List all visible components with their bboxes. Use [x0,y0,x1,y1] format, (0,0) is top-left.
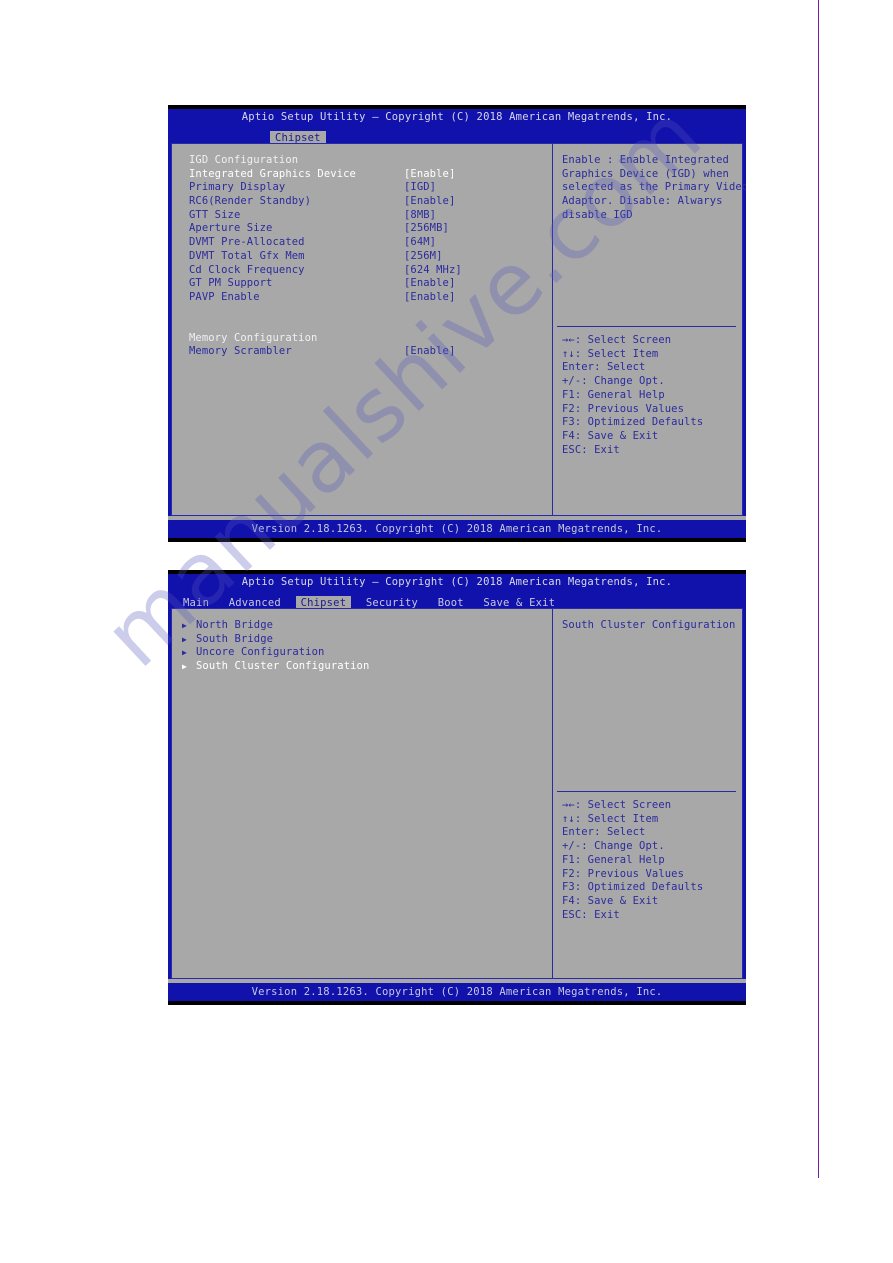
row-value[interactable]: [IGD] [404,181,436,195]
triangle-right-icon: ▶ [182,662,187,672]
row-label: Memory Configuration [189,331,318,344]
setting-row-gtt-size[interactable]: GTT Size [8MB] [172,209,552,223]
submenu-item-south-cluster-configuration[interactable]: ▶ South Cluster Configuration [172,660,552,674]
row-label: Uncore Configuration [196,646,325,659]
help-divider [557,326,736,327]
help-pane-1: Enable : Enable Integrated Graphics Devi… [553,144,746,515]
row-label: Memory Scrambler [189,345,292,358]
section-heading-igd: IGD Configuration [172,154,552,168]
setting-row-rc6-render-standby[interactable]: RC6(Render Standby) [Enable] [172,195,552,209]
triangle-right-icon: ▶ [182,634,187,644]
row-value[interactable]: [Enable] [404,345,455,359]
help-line: Enable : Enable Integrated [562,154,729,166]
help-line: selected as the Primary Video [562,181,746,194]
row-label: Cd Clock Frequency [189,263,305,276]
row-label: Integrated Graphics Device [189,167,356,180]
triangle-right-icon: ▶ [182,648,187,658]
row-label: GTT Size [189,208,241,221]
hotkey-select-item: ↑↓: Select Item [562,812,659,825]
help-description-2: South Cluster Configuration [562,619,736,633]
hotkey-save-exit: F4: Save & Exit [562,894,659,907]
setting-row-pavp-enable[interactable]: PAVP Enable [Enable] [172,291,552,305]
bios-version-bar-2: Version 2.18.1263. Copyright (C) 2018 Am… [168,983,746,1001]
help-line: disable IGD [562,208,633,221]
row-label: North Bridge [196,619,274,631]
bios-screen-chipset-menu: Aptio Setup Utility – Copyright (C) 2018… [168,570,746,1005]
hotkey-change-opt: +/-: Change Opt. [562,375,665,388]
row-label: Aperture Size [189,222,273,235]
submenu-item-south-bridge[interactable]: ▶ South Bridge [172,633,552,647]
submenu-item-uncore-configuration[interactable]: ▶ Uncore Configuration [172,646,552,660]
row-label: IGD Configuration [189,154,299,166]
bios-title-2: Aptio Setup Utility – Copyright (C) 2018… [168,574,746,591]
submenu-item-north-bridge[interactable]: ▶ North Bridge [172,619,552,633]
row-value[interactable]: [624 MHz] [404,264,462,278]
hotkey-previous-values: F2: Previous Values [562,867,685,880]
setting-row-dvmt-total-gfx-mem[interactable]: DVMT Total Gfx Mem [256M] [172,250,552,264]
help-pane-2: South Cluster Configuration →←: Select S… [553,609,742,978]
row-label: GT PM Support [189,277,273,290]
row-value[interactable]: [64M] [404,236,436,250]
hotkey-legend-1: →←: Select Screen ↑↓: Select Item Enter:… [562,334,738,457]
bios-title-1: Aptio Setup Utility – Copyright (C) 2018… [168,109,746,126]
hotkey-optimized-defaults: F3: Optimized Defaults [562,881,704,894]
bios-inner-1: Aptio Setup Utility – Copyright (C) 2018… [168,109,746,538]
help-line: Adaptor. Disable: Alwarys [562,195,723,208]
row-value[interactable]: [Enable] [404,168,455,182]
hotkey-change-opt: +/-: Change Opt. [562,840,665,853]
setting-row-gt-pm-support[interactable]: GT PM Support [Enable] [172,277,552,291]
setting-row-dvmt-pre-allocated[interactable]: DVMT Pre-Allocated [64M] [172,236,552,250]
row-value[interactable]: [256M] [404,250,443,264]
row-value[interactable]: [Enable] [404,291,455,305]
hotkey-select-screen: →←: Select Screen [562,334,672,346]
help-divider [557,791,736,792]
bios-body-2: ▶ North Bridge ▶ South Bridge ▶ Uncore C… [171,608,743,979]
row-label: PAVP Enable [189,290,260,303]
hotkey-select-item: ↑↓: Select Item [562,347,659,360]
settings-pane-1: IGD Configuration Integrated Graphics De… [172,144,553,515]
row-label: DVMT Total Gfx Mem [189,249,305,262]
setting-row-integrated-graphics-device[interactable]: Integrated Graphics Device [Enable] [172,168,552,182]
bios-screen-chipset-igd: Aptio Setup Utility – Copyright (C) 2018… [168,105,746,542]
bios-menubar-2: Main Advanced Chipset Security Boot Save… [168,591,746,610]
row-label: South Bridge [196,632,274,645]
help-line: South Cluster Configuration [562,619,736,631]
hotkey-esc-exit: ESC: Exit [562,443,620,456]
settings-pane-2: ▶ North Bridge ▶ South Bridge ▶ Uncore C… [172,609,553,978]
bios-body-1: IGD Configuration Integrated Graphics De… [171,143,746,516]
hotkey-legend-2: →←: Select Screen ↑↓: Select Item Enter:… [562,799,738,922]
row-value[interactable]: [8MB] [404,209,436,223]
setting-row-aperture-size[interactable]: Aperture Size [256MB] [172,222,552,236]
page-margin-rule [818,0,819,1178]
hotkey-esc-exit: ESC: Exit [562,908,620,921]
section-heading-memory: Memory Configuration [172,332,552,346]
hotkey-enter-select: Enter: Select [562,826,646,839]
row-label: DVMT Pre-Allocated [189,236,305,249]
bios-version-bar-1: Version 2.18.1263. Copyright (C) 2018 Am… [168,520,746,538]
setting-row-memory-scrambler[interactable]: Memory Scrambler [Enable] [172,345,552,359]
setting-row-primary-display[interactable]: Primary Display [IGD] [172,181,552,195]
row-spacer [172,305,552,332]
row-value[interactable]: [256MB] [404,222,449,236]
bios-menubar-1: Chipset [168,126,746,145]
row-label: RC6(Render Standby) [189,195,312,208]
row-label: South Cluster Configuration [196,660,370,673]
row-value[interactable]: [Enable] [404,195,455,209]
hotkey-optimized-defaults: F3: Optimized Defaults [562,416,704,429]
hotkey-save-exit: F4: Save & Exit [562,429,659,442]
setting-row-cd-clock-frequency[interactable]: Cd Clock Frequency [624 MHz] [172,264,552,278]
hotkey-previous-values: F2: Previous Values [562,402,685,415]
help-line: Graphics Device (IGD) when [562,167,729,180]
triangle-right-icon: ▶ [182,621,187,630]
hotkey-general-help: F1: General Help [562,853,665,866]
hotkey-enter-select: Enter: Select [562,361,646,374]
row-label: Primary Display [189,181,286,194]
help-description-1: Enable : Enable Integrated Graphics Devi… [562,154,746,223]
hotkey-general-help: F1: General Help [562,388,665,401]
hotkey-select-screen: →←: Select Screen [562,799,672,811]
row-value[interactable]: [Enable] [404,277,455,291]
bios-inner-2: Aptio Setup Utility – Copyright (C) 2018… [168,574,746,1001]
